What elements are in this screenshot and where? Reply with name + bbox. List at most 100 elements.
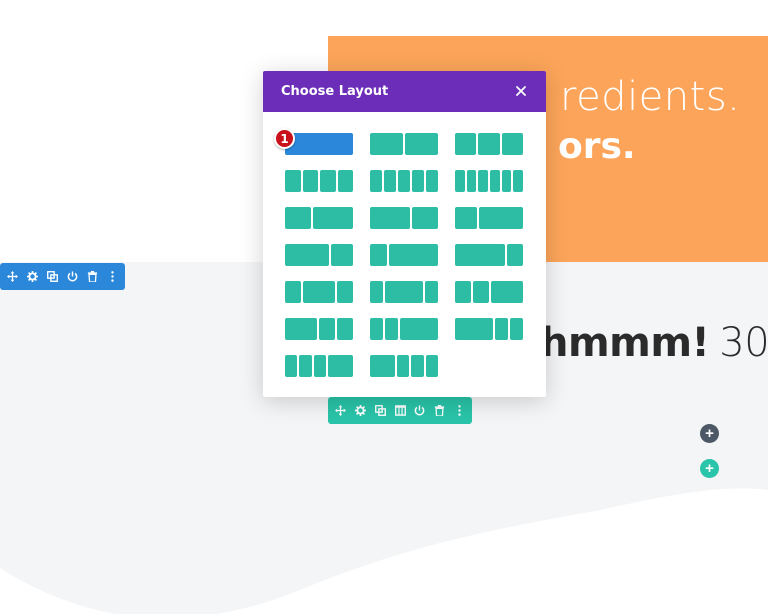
layout-column bbox=[370, 244, 387, 266]
more-icon[interactable] bbox=[106, 270, 119, 283]
layout-column bbox=[405, 133, 438, 155]
layout-column bbox=[299, 355, 312, 377]
layout-column bbox=[425, 355, 439, 377]
layout-column bbox=[466, 170, 477, 192]
layout-column bbox=[455, 170, 465, 192]
layout-column bbox=[319, 318, 335, 340]
row-toolbar bbox=[328, 391, 472, 424]
duplicate-icon[interactable] bbox=[46, 270, 59, 283]
layout-column bbox=[478, 133, 500, 155]
choose-layout-modal: Choose Layout bbox=[263, 71, 546, 397]
layout-column bbox=[320, 170, 336, 192]
headline-bold-text: hmmm! bbox=[540, 320, 710, 366]
power-icon[interactable] bbox=[413, 404, 426, 417]
layout-column bbox=[370, 170, 382, 192]
layout-column bbox=[473, 281, 489, 303]
layout-column bbox=[285, 244, 329, 266]
layout-column bbox=[313, 207, 353, 229]
modal-title: Choose Layout bbox=[281, 84, 389, 99]
trash-icon[interactable] bbox=[433, 404, 446, 417]
layout-column bbox=[328, 355, 354, 377]
layout-column bbox=[506, 244, 523, 266]
layout-option[interactable] bbox=[370, 207, 438, 229]
layout-option[interactable] bbox=[455, 133, 523, 155]
layout-column bbox=[495, 318, 509, 340]
trash-icon[interactable] bbox=[86, 270, 99, 283]
layout-column bbox=[398, 170, 410, 192]
layout-column bbox=[425, 281, 438, 303]
layout-column bbox=[384, 318, 398, 340]
layout-option[interactable] bbox=[285, 170, 353, 192]
layout-option[interactable] bbox=[285, 133, 353, 155]
layout-option[interactable] bbox=[455, 244, 523, 266]
layout-column bbox=[501, 170, 512, 192]
modal-header: Choose Layout bbox=[263, 71, 546, 112]
layout-column bbox=[370, 318, 383, 340]
layout-column bbox=[285, 281, 301, 303]
layout-option[interactable] bbox=[370, 244, 438, 266]
gear-icon[interactable] bbox=[26, 270, 39, 283]
layout-column bbox=[285, 355, 298, 377]
more-icon[interactable] bbox=[453, 404, 466, 417]
layout-column bbox=[490, 170, 500, 192]
layout-column bbox=[455, 133, 477, 155]
layout-option[interactable] bbox=[285, 244, 353, 266]
move-icon[interactable] bbox=[334, 404, 347, 417]
layout-column bbox=[384, 281, 424, 303]
layout-column bbox=[513, 170, 524, 192]
layout-option[interactable] bbox=[370, 133, 438, 155]
layout-option[interactable] bbox=[285, 318, 353, 340]
columns-icon[interactable] bbox=[394, 404, 407, 417]
layout-column bbox=[491, 281, 523, 303]
layout-option[interactable] bbox=[370, 318, 438, 340]
layout-column bbox=[285, 318, 317, 340]
close-icon[interactable] bbox=[512, 82, 530, 100]
layout-column bbox=[331, 244, 353, 266]
layout-option[interactable] bbox=[285, 207, 353, 229]
add-row-button[interactable]: + bbox=[700, 459, 719, 478]
layout-column bbox=[370, 355, 395, 377]
layout-column bbox=[313, 355, 327, 377]
layout-option[interactable] bbox=[370, 281, 438, 303]
layout-column bbox=[455, 207, 477, 229]
layout-column bbox=[455, 281, 471, 303]
layout-column bbox=[478, 170, 489, 192]
hero-heading-line1: redients. bbox=[560, 74, 741, 120]
section-headline: hmmm!30+ bbox=[540, 320, 768, 366]
layout-option[interactable] bbox=[455, 207, 523, 229]
step-marker: 1 bbox=[274, 128, 295, 149]
layout-column bbox=[399, 318, 438, 340]
layout-column bbox=[501, 133, 523, 155]
layout-option[interactable] bbox=[455, 318, 523, 340]
gear-icon[interactable] bbox=[354, 404, 367, 417]
layout-option[interactable] bbox=[455, 281, 523, 303]
move-icon[interactable] bbox=[6, 270, 19, 283]
power-icon[interactable] bbox=[66, 270, 79, 283]
layout-option[interactable] bbox=[370, 170, 438, 192]
layout-column bbox=[388, 244, 438, 266]
layout-option[interactable] bbox=[285, 281, 353, 303]
layout-option[interactable] bbox=[370, 355, 439, 377]
section-toolbar bbox=[0, 263, 125, 290]
layout-column bbox=[337, 170, 353, 192]
layout-column bbox=[455, 244, 505, 266]
layout-column bbox=[337, 281, 353, 303]
layout-column bbox=[285, 207, 312, 229]
layout-column bbox=[479, 207, 523, 229]
duplicate-icon[interactable] bbox=[374, 404, 387, 417]
layout-column bbox=[337, 318, 353, 340]
layout-column bbox=[411, 207, 438, 229]
layout-column bbox=[384, 170, 396, 192]
hero-heading-line2: ors. bbox=[558, 126, 636, 167]
layout-option[interactable] bbox=[285, 355, 354, 377]
wave-divider bbox=[0, 488, 768, 614]
layout-column bbox=[370, 207, 410, 229]
add-module-button[interactable]: + bbox=[700, 424, 719, 443]
layout-column bbox=[455, 318, 494, 340]
layout-column bbox=[426, 170, 438, 192]
layout-column bbox=[302, 170, 318, 192]
layout-option[interactable] bbox=[455, 170, 524, 192]
layout-column bbox=[285, 133, 353, 155]
layout-column bbox=[285, 170, 301, 192]
layout-column bbox=[370, 281, 383, 303]
